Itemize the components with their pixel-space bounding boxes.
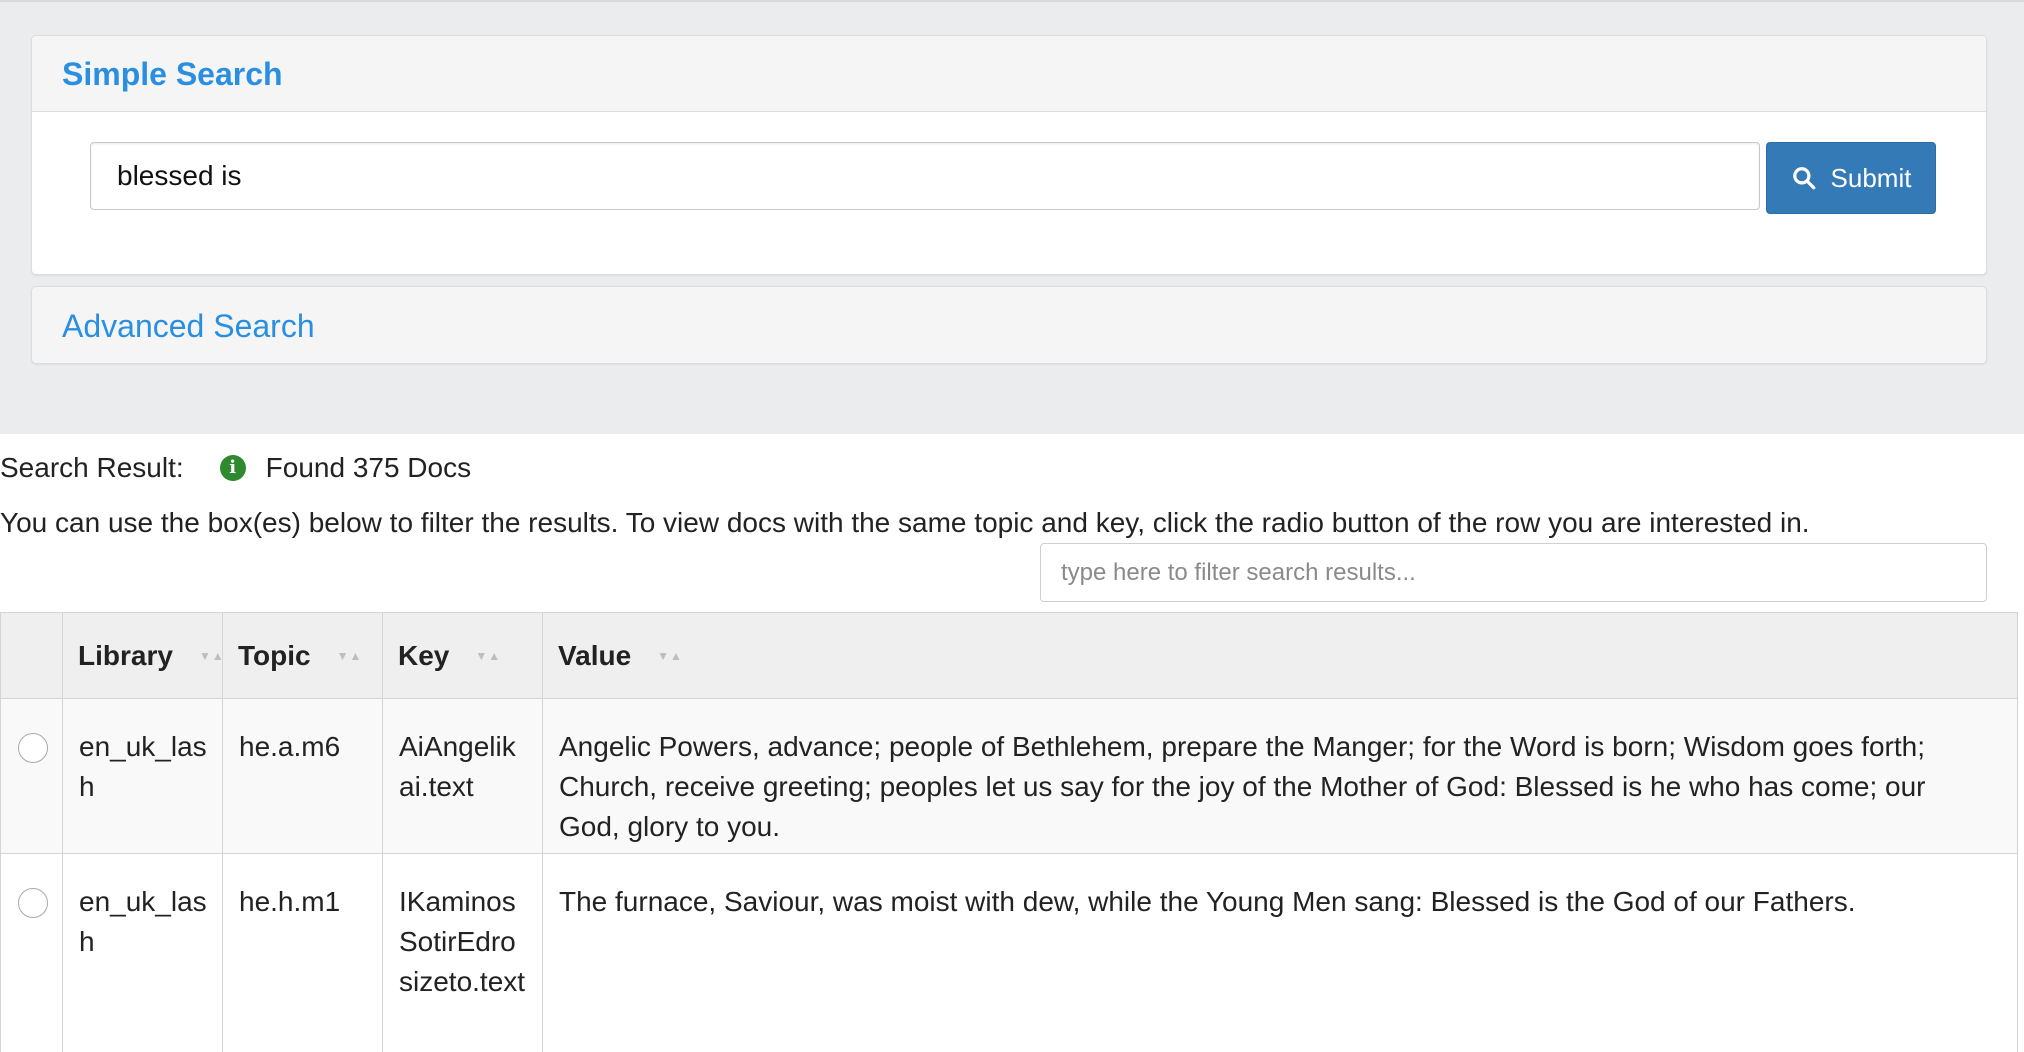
advanced-search-panel[interactable]: Advanced Search (31, 286, 1987, 364)
sort-icon[interactable]: ▼▲ (657, 649, 683, 663)
simple-search-panel: Simple Search Submit (31, 35, 1987, 275)
filter-help-text: You can use the box(es) below to filter … (0, 507, 1810, 538)
cell-key: AiAngelikai.text (399, 731, 516, 802)
search-area: Simple Search Submit Advanced Search (0, 0, 2024, 434)
table-row[interactable]: en_uk_lash he.a.m6 AiAngelikai.text Ange… (1, 699, 2017, 854)
sort-icon[interactable]: ▼▲ (199, 649, 225, 663)
search-input[interactable] (90, 142, 1760, 210)
row-radio-button[interactable] (18, 733, 48, 763)
cell-topic: he.a.m6 (239, 731, 341, 762)
sort-icon[interactable]: ▼▲ (337, 649, 363, 663)
cell-library: en_uk_lash (79, 886, 207, 957)
results-table: Library ▼▲ Topic ▼▲ Key ▼▲ Value ▼▲ en_u… (0, 612, 2018, 1052)
column-divider (222, 613, 223, 1052)
info-icon: i (219, 455, 246, 481)
table-header: Library ▼▲ Topic ▼▲ Key ▼▲ Value ▼▲ (1, 613, 2017, 699)
column-divider (542, 613, 543, 1052)
column-header-key[interactable]: Key ▼▲ (382, 613, 501, 699)
search-result-label: Search Result: (0, 452, 184, 483)
column-divider (382, 613, 383, 1052)
column-header-library[interactable]: Library ▼▲ (62, 613, 225, 699)
column-header-topic[interactable]: Topic ▼▲ (222, 613, 362, 699)
filter-input[interactable] (1040, 543, 1987, 602)
simple-search-title[interactable]: Simple Search (62, 56, 1956, 92)
search-result-summary: Search Result: i Found 375 Docs (0, 451, 471, 485)
row-radio-button[interactable] (18, 888, 48, 918)
cell-topic: he.h.m1 (239, 886, 341, 917)
simple-search-heading[interactable]: Simple Search (32, 36, 1986, 112)
search-icon (1792, 167, 1815, 190)
cell-value: The furnace, Saviour, was moist with dew… (559, 886, 1856, 917)
cell-key: IKaminosSotirEdrosizeto.text (399, 886, 526, 997)
table-row[interactable]: en_uk_lash he.h.m1 IKaminosSotirEdrosize… (1, 854, 2017, 1052)
column-header-value[interactable]: Value ▼▲ (542, 613, 683, 699)
submit-button[interactable]: Submit (1766, 142, 1936, 214)
cell-value: Angelic Powers, advance; people of Bethl… (559, 731, 1926, 842)
result-count: Found 375 Docs (265, 452, 472, 483)
column-divider (62, 613, 63, 1052)
sort-icon[interactable]: ▼▲ (475, 649, 501, 663)
advanced-search-link[interactable]: Advanced Search (62, 308, 315, 344)
cell-library: en_uk_lash (79, 731, 207, 802)
submit-label: Submit (1830, 162, 1912, 193)
